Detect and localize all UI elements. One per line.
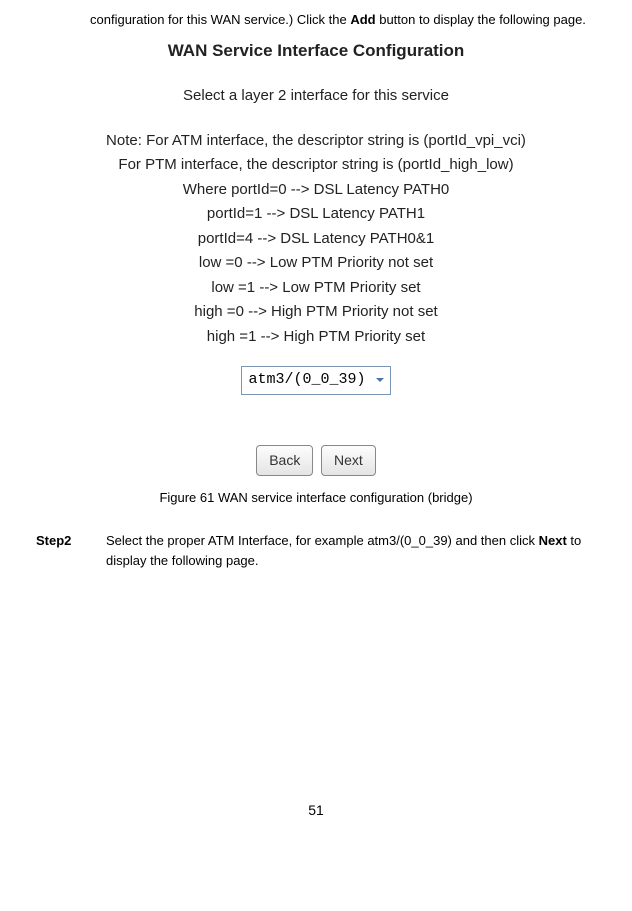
chevron-down-icon bbox=[372, 372, 388, 388]
step2-row: Step2 Select the proper ATM Interface, f… bbox=[20, 531, 612, 570]
step2-prefix: Select the proper ATM Interface, for exa… bbox=[106, 533, 539, 548]
note-line: portId=4 --> DSL Latency PATH0&1 bbox=[20, 228, 612, 251]
next-button[interactable]: Next bbox=[321, 445, 376, 476]
note-line: Where portId=0 --> DSL Latency PATH0 bbox=[20, 179, 612, 202]
interface-select[interactable]: atm3/(0_0_39) bbox=[241, 366, 390, 395]
intro-bold: Add bbox=[350, 12, 375, 27]
note-line: low =1 --> Low PTM Priority set bbox=[20, 277, 612, 300]
intro-prefix: configuration for this WAN service.) Cli… bbox=[90, 12, 350, 27]
note-line: high =1 --> High PTM Priority set bbox=[20, 326, 612, 349]
select-value: atm3/(0_0_39) bbox=[248, 369, 365, 392]
page-subtitle: Select a layer 2 interface for this serv… bbox=[20, 85, 612, 108]
note-line: portId=1 --> DSL Latency PATH1 bbox=[20, 203, 612, 226]
note-line: high =0 --> High PTM Priority not set bbox=[20, 301, 612, 324]
back-button[interactable]: Back bbox=[256, 445, 313, 476]
note-block: Note: For ATM interface, the descriptor … bbox=[20, 130, 612, 349]
figure-caption: Figure 61 WAN service interface configur… bbox=[20, 488, 612, 508]
button-row: Back Next bbox=[20, 445, 612, 476]
note-line: low =0 --> Low PTM Priority not set bbox=[20, 252, 612, 275]
page-number: 51 bbox=[20, 800, 612, 821]
step2-body: Select the proper ATM Interface, for exa… bbox=[106, 531, 612, 570]
step2-bold: Next bbox=[539, 533, 567, 548]
note-line: Note: For ATM interface, the descriptor … bbox=[20, 130, 612, 153]
note-line: For PTM interface, the descriptor string… bbox=[20, 154, 612, 177]
step2-label: Step2 bbox=[20, 531, 106, 570]
intro-suffix: button to display the following page. bbox=[376, 12, 586, 27]
intro-text: configuration for this WAN service.) Cli… bbox=[90, 10, 602, 30]
page-title: WAN Service Interface Configuration bbox=[20, 38, 612, 64]
